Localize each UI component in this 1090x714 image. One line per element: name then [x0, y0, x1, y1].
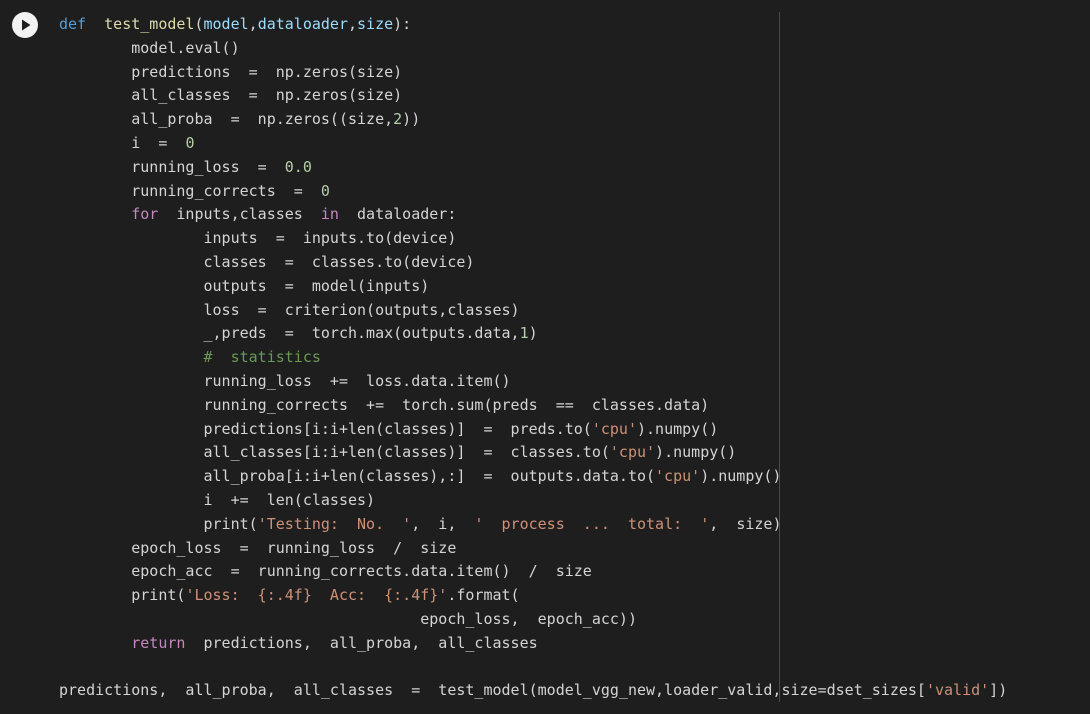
- code-token: for: [131, 205, 159, 224]
- code-token: print(: [59, 586, 186, 605]
- code-token: 0: [185, 133, 195, 152]
- code-line: model.eval(): [59, 37, 1007, 61]
- code-token: dataloader:: [338, 205, 457, 224]
- code-token: epoch_acc = running_corrects.data.item()…: [59, 562, 592, 581]
- code-token: _,preds = torch.max(outputs.data,: [59, 324, 520, 343]
- code-token: size: [357, 15, 394, 33]
- code-editor[interactable]: def test_model(model,dataloader,size): m…: [59, 13, 1007, 703]
- code-token: all_classes = np.zeros(size): [59, 86, 403, 105]
- code-line: return predictions, all_proba, all_class…: [59, 632, 1007, 656]
- code-line: running_loss += loss.data.item(): [59, 370, 1007, 394]
- code-token: running_corrects += torch.sum(preds == c…: [59, 395, 710, 414]
- code-token: i =: [59, 133, 186, 152]
- code-token: predictions, all_proba, all_classes = te…: [59, 681, 926, 700]
- code-cell[interactable]: def test_model(model,dataloader,size): m…: [0, 0, 1090, 714]
- code-token: inputs,classes: [158, 205, 321, 224]
- code-token: ).numpy(): [700, 467, 782, 486]
- code-line: print('Loss: {:.4f} Acc: {:.4f}'.format(: [59, 584, 1007, 608]
- code-token: # statistics: [203, 348, 321, 367]
- code-token: .format(: [447, 586, 520, 605]
- code-token: outputs = model(inputs): [59, 276, 430, 295]
- code-token: 'Loss: {:.4f} Acc: {:.4f}': [185, 586, 448, 605]
- code-token: epoch_loss = running_loss / size: [59, 538, 457, 557]
- code-line: predictions, all_proba, all_classes = te…: [59, 679, 1007, 703]
- code-line: epoch_acc = running_corrects.data.item()…: [59, 560, 1007, 584]
- code-token: ): [528, 324, 538, 343]
- code-token: ' process ... total: ': [474, 514, 710, 533]
- code-token: 0.0: [284, 157, 312, 176]
- code-line: def test_model(model,dataloader,size):: [59, 13, 1007, 37]
- code-line: outputs = model(inputs): [59, 275, 1007, 299]
- code-token: all_proba[i:i+len(classes),:] = outputs.…: [59, 467, 656, 486]
- code-token: dataloader: [257, 15, 348, 33]
- code-line: print('Testing: No. ', i, ' process ... …: [59, 513, 1007, 537]
- code-line: for inputs,classes in dataloader:: [59, 203, 1007, 227]
- code-token: test_model: [104, 15, 195, 33]
- play-icon: [12, 12, 38, 38]
- code-line: all_proba = np.zeros((size,2)): [59, 108, 1007, 132]
- code-token: , size): [709, 514, 782, 533]
- code-token: in: [320, 205, 339, 224]
- code-token: )): [402, 110, 421, 129]
- code-token: ).numpy(): [636, 419, 719, 438]
- code-token: predictions[i:i+len(classes)] = preds.to…: [59, 419, 592, 438]
- code-token: ,: [248, 15, 258, 33]
- code-line: classes = classes.to(device): [59, 251, 1007, 275]
- code-line: epoch_loss = running_loss / size: [59, 537, 1007, 561]
- code-token: 'valid': [925, 681, 990, 700]
- code-token: model.eval(): [59, 38, 240, 57]
- code-line: predictions[i:i+len(classes)] = preds.to…: [59, 418, 1007, 442]
- code-token: running_loss =: [59, 157, 285, 176]
- code-token: (: [194, 15, 204, 33]
- code-line: i = 0: [59, 132, 1007, 156]
- code-token: 'cpu': [609, 443, 656, 462]
- code-token: print(: [59, 514, 258, 533]
- code-token: return: [131, 633, 186, 652]
- code-line: _,preds = torch.max(outputs.data,1): [59, 322, 1007, 346]
- code-token: running_corrects =: [59, 181, 321, 200]
- code-line: i += len(classes): [59, 489, 1007, 513]
- code-line: all_classes[i:i+len(classes)] = classes.…: [59, 441, 1007, 465]
- code-line: epoch_loss, epoch_acc)): [59, 608, 1007, 632]
- code-line: loss = criterion(outputs,classes): [59, 299, 1007, 323]
- code-token: 2: [393, 110, 403, 129]
- code-token: 0: [320, 181, 330, 200]
- code-line: running_loss = 0.0: [59, 156, 1007, 180]
- code-token: predictions = np.zeros(size): [59, 62, 403, 81]
- code-token: ,: [348, 15, 358, 33]
- code-token: def: [59, 15, 87, 33]
- code-line: all_proba[i:i+len(classes),:] = outputs.…: [59, 465, 1007, 489]
- code-token: all_proba = np.zeros((size,: [59, 110, 394, 129]
- code-line: predictions = np.zeros(size): [59, 61, 1007, 85]
- code-token: 'Testing: No. ': [257, 514, 412, 533]
- code-token: classes = classes.to(device): [59, 252, 475, 271]
- code-token: 'cpu': [655, 467, 701, 486]
- code-line: running_corrects += torch.sum(preds == c…: [59, 394, 1007, 418]
- code-token: all_classes[i:i+len(classes)] = classes.…: [59, 443, 610, 462]
- code-line: running_corrects = 0: [59, 180, 1007, 204]
- code-token: running_loss += loss.data.item(): [59, 371, 511, 390]
- code-token: , i,: [411, 514, 475, 533]
- code-line: # statistics: [59, 346, 1007, 370]
- code-token: model: [203, 15, 249, 33]
- code-token: 'cpu': [591, 419, 637, 438]
- code-token: ).numpy(): [655, 443, 737, 462]
- code-token: ):: [393, 15, 412, 33]
- code-token: ]): [989, 681, 1008, 700]
- code-token: 1: [519, 324, 529, 343]
- code-token: i += len(classes): [59, 490, 376, 509]
- code-line: inputs = inputs.to(device): [59, 227, 1007, 251]
- code-line: all_classes = np.zeros(size): [59, 84, 1007, 108]
- code-token: epoch_loss, epoch_acc)): [59, 609, 637, 628]
- code-token: inputs = inputs.to(device): [59, 229, 457, 248]
- code-token: predictions, all_proba, all_classes: [185, 633, 538, 652]
- run-cell-button[interactable]: [12, 12, 38, 38]
- code-token: loss = criterion(outputs,classes): [59, 300, 520, 319]
